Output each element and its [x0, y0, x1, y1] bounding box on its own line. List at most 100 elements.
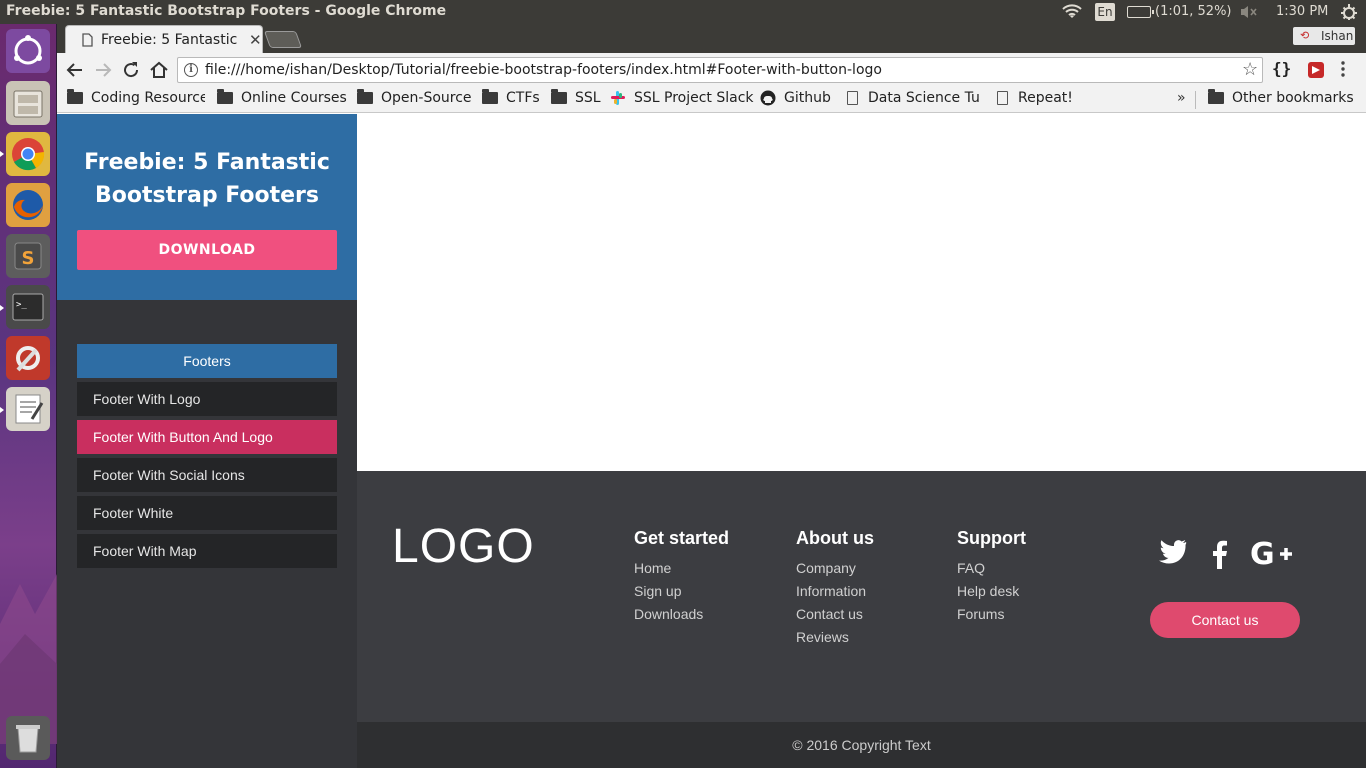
bookmark-item[interactable]: Data Science Tut	[847, 90, 980, 106]
window-title: Freebie: 5 Fantastic Bootstrap Footers -…	[6, 3, 447, 19]
twitter-icon[interactable]	[1157, 539, 1187, 565]
other-bookmarks[interactable]: Other bookmarks	[1208, 89, 1354, 106]
footer-link[interactable]: Home	[634, 560, 729, 583]
profile-button[interactable]: ⟲ Ishan	[1293, 27, 1355, 45]
bookmarks-overflow-chevron[interactable]: »	[1177, 90, 1186, 106]
footer-link[interactable]: Sign up	[634, 583, 729, 606]
json-extension-icon[interactable]: {}	[1272, 59, 1291, 78]
firefox-icon[interactable]	[6, 183, 50, 227]
unity-launcher: S >_	[0, 24, 57, 768]
folder-icon	[551, 89, 567, 104]
footer-link[interactable]: Company	[796, 560, 874, 583]
bookmark-label: Open-Source	[381, 90, 472, 106]
svg-text:G: G	[1250, 539, 1275, 569]
contact-us-button[interactable]: Contact us	[1150, 602, 1300, 638]
close-tab-icon[interactable]: ✕	[249, 31, 262, 49]
sidebar-item-footer-with-button-and-logo[interactable]: Footer With Button And Logo	[77, 420, 337, 454]
keyboard-language-indicator[interactable]: En	[1095, 3, 1115, 21]
sidebar-item-footer-with-social-icons[interactable]: Footer With Social Icons	[77, 458, 337, 492]
wallpaper-decoration	[0, 574, 57, 744]
bookmark-label: Repeat!	[1018, 90, 1073, 106]
bookmark-label: SSL	[575, 90, 601, 106]
new-tab-button[interactable]	[263, 31, 303, 48]
bookmark-label: Coding Resource	[91, 90, 205, 106]
footer-link[interactable]: Reviews	[796, 629, 874, 652]
running-indicator	[0, 305, 4, 311]
footer-link[interactable]: Forums	[957, 606, 1026, 629]
address-bar[interactable]: i file:///home/ishan/Desktop/Tutorial/fr…	[177, 57, 1263, 83]
session-gear-icon[interactable]	[1340, 3, 1358, 21]
volume-muted-icon[interactable]	[1240, 5, 1258, 19]
info-icon[interactable]: i	[184, 63, 198, 77]
profile-name: Ishan	[1321, 29, 1354, 43]
running-indicator	[0, 407, 4, 413]
back-arrow-icon[interactable]	[63, 58, 87, 82]
bookmark-star-icon[interactable]: ☆	[1242, 59, 1258, 80]
page-title: Freebie: 5 Fantastic Bootstrap Footers	[84, 150, 330, 208]
bookmark-item[interactable]: CTFs	[482, 89, 540, 106]
sidebar-item-footer-white[interactable]: Footer White	[77, 496, 337, 530]
footer-column-about-us: About us Company Information Contact us …	[796, 528, 874, 652]
slack-icon	[611, 91, 625, 105]
footer-link[interactable]: Help desk	[957, 583, 1026, 606]
sidebar-item-footer-with-map[interactable]: Footer With Map	[77, 534, 337, 568]
bookmark-label: CTFs	[506, 90, 540, 106]
chrome-menu-icon[interactable]	[1341, 60, 1345, 78]
bookmark-item[interactable]: SSL Project Slack	[610, 90, 754, 106]
google-plus-icon[interactable]: G	[1250, 539, 1294, 569]
reload-icon[interactable]	[119, 58, 143, 82]
footer-link[interactable]: Downloads	[634, 606, 729, 629]
footer-link[interactable]: Information	[796, 583, 874, 606]
page-icon	[847, 91, 858, 105]
trash-icon[interactable]	[6, 716, 50, 760]
clock[interactable]: 1:30 PM	[1276, 4, 1328, 19]
text-editor-icon[interactable]	[6, 387, 50, 431]
column-heading: About us	[796, 528, 874, 548]
bookmark-item[interactable]: Coding Resource	[67, 89, 205, 106]
sidebar-item-footer-with-logo[interactable]: Footer With Logo	[77, 382, 337, 416]
ubuntu-dash-icon[interactable]	[6, 29, 50, 73]
files-icon[interactable]	[6, 81, 50, 125]
separator	[1195, 91, 1196, 109]
folder-icon	[482, 89, 498, 104]
bookmark-label: Github	[784, 90, 831, 106]
os-top-panel: Freebie: 5 Fantastic Bootstrap Footers -…	[0, 0, 1366, 24]
copyright-text: © 2016 Copyright Text	[357, 722, 1366, 768]
bookmarks-bar: Coding Resource Online Courses Open-Sour…	[57, 87, 1366, 113]
bookmark-item[interactable]: Online Courses	[217, 89, 347, 106]
svg-text:S: S	[22, 248, 35, 269]
home-icon[interactable]	[147, 58, 171, 82]
running-indicator	[0, 151, 4, 157]
folder-icon	[217, 89, 233, 104]
facebook-icon[interactable]	[1210, 539, 1228, 569]
sublime-text-icon[interactable]: S	[6, 234, 50, 278]
battery-status[interactable]: (1:01, 52%)	[1155, 4, 1232, 19]
footer-logo[interactable]: LOGO	[392, 519, 535, 574]
footer-link[interactable]: FAQ	[957, 560, 1026, 583]
system-settings-icon[interactable]	[6, 336, 50, 380]
active-tab[interactable]: Freebie: 5 Fantastic ✕	[65, 25, 263, 53]
tab-title: Freebie: 5 Fantastic	[101, 32, 238, 48]
download-button[interactable]: DOWNLOAD	[77, 230, 337, 270]
battery-icon[interactable]	[1127, 6, 1154, 18]
bookmark-label: SSL Project Slack	[634, 90, 754, 106]
browser-toolbar: i file:///home/ishan/Desktop/Tutorial/fr…	[57, 53, 1366, 87]
url-text[interactable]: file:///home/ishan/Desktop/Tutorial/free…	[205, 62, 882, 78]
bookmark-item[interactable]: Open-Source	[357, 89, 472, 106]
bookmark-item[interactable]: Github	[760, 90, 831, 106]
wifi-icon[interactable]	[1062, 4, 1082, 20]
sidebar-header: Freebie: 5 Fantastic Bootstrap Footers D…	[57, 114, 357, 300]
web-page: Freebie: 5 Fantastic Bootstrap Footers D…	[57, 114, 1366, 768]
chrome-icon[interactable]	[6, 132, 50, 176]
media-extension-icon[interactable]	[1308, 62, 1324, 78]
tab-strip: Freebie: 5 Fantastic ✕ ⟲ Ishan	[57, 24, 1366, 53]
forward-arrow-icon[interactable]	[91, 58, 115, 82]
bookmark-item[interactable]: SSL	[551, 89, 601, 106]
bookmark-label: Online Courses	[241, 90, 347, 106]
bookmark-item[interactable]: Repeat!	[997, 90, 1073, 106]
demo-sidebar: Freebie: 5 Fantastic Bootstrap Footers D…	[57, 114, 357, 768]
footer-link[interactable]: Contact us	[796, 606, 874, 629]
folder-icon	[1208, 89, 1224, 104]
terminal-icon[interactable]: >_	[6, 285, 50, 329]
column-heading: Get started	[634, 528, 730, 548]
